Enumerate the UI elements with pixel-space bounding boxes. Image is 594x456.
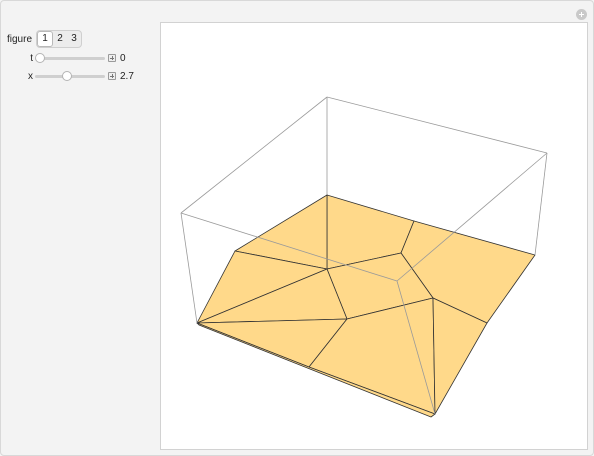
x-expand-icon[interactable] bbox=[108, 72, 116, 80]
figure-option-1[interactable]: 1 bbox=[37, 31, 54, 47]
3d-plot-area[interactable] bbox=[160, 22, 588, 450]
t-expand-icon[interactable] bbox=[108, 54, 116, 62]
figure-option-3[interactable]: 3 bbox=[67, 31, 81, 47]
t-label: t bbox=[30, 52, 33, 64]
x-slider-thumb[interactable] bbox=[62, 70, 72, 81]
figure-option-2[interactable]: 2 bbox=[53, 31, 67, 47]
t-slider-thumb[interactable] bbox=[35, 52, 45, 63]
3d-graphic bbox=[180, 96, 548, 418]
figure-control: figure 1 2 3 bbox=[7, 29, 157, 49]
t-slider-row: t 0 bbox=[7, 49, 157, 67]
t-value: 0 bbox=[120, 52, 126, 64]
x-slider-row: x 2.7 bbox=[7, 67, 157, 85]
t-slider[interactable] bbox=[35, 52, 105, 63]
x-label: x bbox=[28, 70, 33, 82]
bounding-box-back bbox=[180, 96, 548, 214]
demonstration-frame: figure 1 2 3 t 0 x 2.7 bbox=[0, 0, 594, 456]
folded-surface bbox=[196, 194, 536, 418]
x-value: 2.7 bbox=[120, 70, 134, 82]
figure-label: figure bbox=[7, 33, 33, 45]
x-slider[interactable] bbox=[35, 70, 105, 81]
control-panel: figure 1 2 3 t 0 x 2.7 bbox=[7, 29, 157, 85]
figure-selector: 1 2 3 bbox=[36, 30, 83, 48]
add-icon[interactable] bbox=[576, 9, 587, 20]
